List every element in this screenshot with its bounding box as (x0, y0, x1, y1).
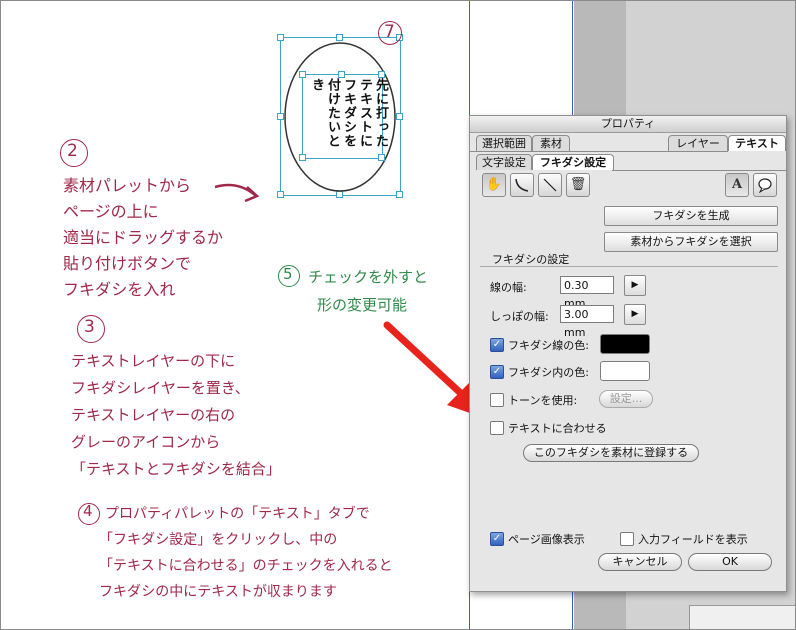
fit-text-checkbox[interactable] (490, 421, 504, 435)
step5-number: 5 (283, 265, 293, 283)
tab-divider (612, 170, 786, 171)
step7-number: 7 (384, 22, 395, 42)
line-icon[interactable] (538, 173, 562, 197)
page-image-label: ページ画像表示 (508, 533, 585, 546)
register-balloon-button[interactable]: このフキダシを素材に登録する (523, 444, 699, 462)
tab-divider (470, 151, 728, 152)
tab-layer[interactable]: レイヤー (668, 135, 728, 151)
tail-width-label: しっぽの幅: (490, 310, 549, 323)
tone-checkbox[interactable] (490, 393, 504, 407)
cancel-button[interactable]: キャンセル (598, 553, 682, 571)
tab-text[interactable]: テキスト (728, 135, 786, 151)
step4-note: プロパティパレットの「テキスト」タブで (105, 506, 370, 522)
step2-arrow (214, 183, 260, 203)
tab-material[interactable]: 素材 (532, 135, 570, 151)
fill-color-swatch[interactable] (600, 361, 650, 381)
background-window (689, 605, 795, 629)
section-divider (480, 266, 778, 267)
selection-handle[interactable] (299, 154, 306, 161)
page-image-checkbox[interactable]: ✓ (490, 532, 504, 546)
step5-note-line2: 形の変更可能 (317, 296, 408, 314)
selection-handle[interactable] (338, 71, 345, 78)
palette-title[interactable]: プロパティ (470, 116, 786, 133)
fill-color-label: フキダシ内の色: (508, 366, 589, 379)
line-color-swatch[interactable] (600, 334, 650, 354)
tone-settings-button[interactable]: 設定... (599, 390, 653, 408)
curve-icon[interactable] (510, 173, 534, 197)
tail-width-input[interactable]: 3.00 mm (560, 305, 614, 339)
fill-color-checkbox[interactable]: ✓ (490, 365, 504, 379)
tab-selection[interactable]: 選択範囲 (476, 135, 532, 151)
tab-char-settings[interactable]: 文字設定 (476, 154, 532, 170)
selection-handle[interactable] (378, 71, 385, 78)
step2-number: 2 (67, 141, 78, 161)
line-width-label: 線の幅: (490, 281, 527, 294)
balloon-text: 先に打った テキストに フキダシを 付けたいとき (309, 78, 388, 148)
step2-note: 素材パレットから ページの上に 適当にドラッグするか 貼り付けボタンで フキダシ… (63, 176, 224, 299)
step5-note: チェックを外すと (308, 268, 429, 286)
tab-balloon-settings[interactable]: フキダシ設定 (532, 154, 614, 170)
section-title: フキダシの設定 (492, 253, 570, 266)
hand-icon[interactable]: ✋ (482, 173, 506, 197)
line-width-menu-button[interactable]: ▶ (624, 275, 646, 296)
properties-palette: プロパティ 選択範囲 素材 レイヤー テキスト 文字設定 フキダシ設定 ✋ 🗑 … (469, 115, 787, 592)
create-balloon-button[interactable]: フキダシを生成 (604, 206, 778, 226)
step4-number: 4 (83, 502, 93, 520)
select-balloon-from-material-button[interactable]: 素材からフキダシを選択 (604, 232, 778, 252)
step3-note: テキストレイヤーの下に フキダシレイヤーを置き、 テキストレイヤーの右の グレー… (71, 352, 281, 478)
selection-handle[interactable] (299, 71, 306, 78)
balloon-icon[interactable] (753, 173, 777, 197)
ok-button[interactable]: OK (688, 553, 772, 571)
step3-number: 3 (84, 317, 95, 337)
input-field-label: 入力フィールドを表示 (638, 533, 748, 546)
tail-width-menu-button[interactable]: ▶ (624, 304, 646, 325)
fit-text-label: テキストに合わせる (508, 422, 607, 435)
line-color-checkbox[interactable]: ✓ (490, 338, 504, 352)
input-field-checkbox[interactable] (620, 532, 634, 546)
line-color-label: フキダシ線の色: (508, 339, 589, 352)
step4-note-rest: 「フキダシ設定」をクリックし、中の 「テキストに合わせる」のチェックを入れると … (99, 532, 393, 600)
text-icon[interactable]: A (725, 173, 749, 197)
line-width-input[interactable]: 0.30 mm (560, 276, 614, 310)
tone-label: トーンを使用: (508, 394, 578, 407)
trash-icon[interactable]: 🗑 (566, 173, 590, 197)
